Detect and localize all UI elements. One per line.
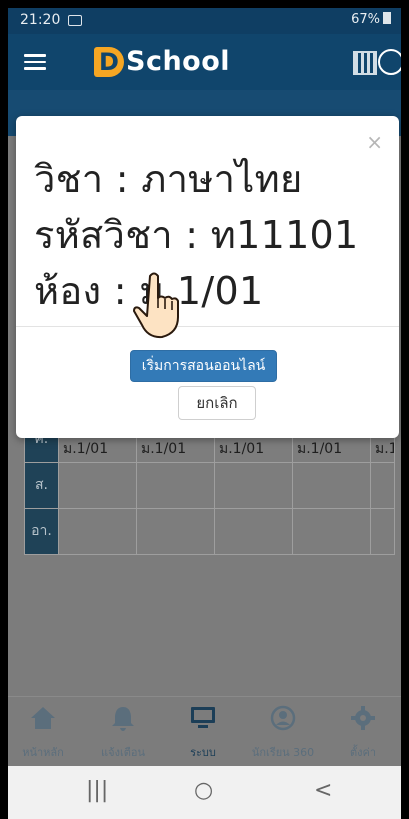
battery-icon xyxy=(383,12,391,24)
nav-student-360[interactable]: นักเรียน 360 xyxy=(248,705,318,761)
status-indicators: 67% xyxy=(351,12,391,27)
timetable-cell xyxy=(292,462,371,509)
gear-icon xyxy=(351,706,375,730)
timetable-cell xyxy=(214,508,293,555)
close-icon[interactable]: × xyxy=(366,132,383,152)
day-label: อา. xyxy=(24,508,59,555)
logout-icon[interactable] xyxy=(378,49,401,75)
nav-label-home: หน้าหลัก xyxy=(22,746,64,759)
home-button[interactable]: ○ xyxy=(194,778,213,803)
nav-settings[interactable]: ตั้งค่า xyxy=(328,705,398,761)
day-label: ส. xyxy=(24,462,59,509)
back-button[interactable]: < xyxy=(314,778,332,803)
bottom-nav: หน้าหลัก แจ้งเตือน ระบบ นักเรียน 360 ตั้… xyxy=(8,696,401,766)
subject-code-line: รหัสวิชา : ท11101 xyxy=(34,213,359,257)
timetable-row: ส. xyxy=(24,462,395,509)
nav-home[interactable]: หน้าหลัก xyxy=(8,705,78,761)
status-time: 21:20 xyxy=(20,12,61,28)
timetable-cell xyxy=(58,508,137,555)
start-online-teaching-button[interactable]: เริ่มการสอนออนไลน์ xyxy=(130,350,277,382)
recents-button[interactable]: ||| xyxy=(86,778,108,803)
cancel-button[interactable]: ยกเลิก xyxy=(178,386,256,420)
subject-line: วิชา : ภาษาไทย xyxy=(34,157,303,201)
timetable-cell xyxy=(214,462,293,509)
hand-pointer-icon xyxy=(133,272,179,339)
battery-percent: 67% xyxy=(351,12,380,27)
status-bar: 21:20 67% xyxy=(8,8,401,34)
image-notification-icon xyxy=(68,15,82,26)
system-nav-bar: ||| ○ < xyxy=(8,766,401,819)
bell-icon xyxy=(112,707,134,731)
monitor-icon xyxy=(191,707,215,728)
qr-code-icon[interactable] xyxy=(353,51,377,75)
user-circle-icon xyxy=(270,705,296,731)
timetable-cell xyxy=(58,462,137,509)
timetable-cell xyxy=(370,508,395,555)
timetable-cell xyxy=(292,508,371,555)
app-bar: D School xyxy=(8,34,401,90)
nav-system[interactable]: ระบบ xyxy=(168,705,238,761)
class-modal: × วิชา : ภาษาไทย รหัสวิชา : ท11101 ห้อง … xyxy=(16,116,399,438)
timetable-cell xyxy=(136,462,215,509)
nav-label-system: ระบบ xyxy=(190,746,216,759)
phone-screen: 21:20 67% D School ม.1/01ม.1/01พ.ค1001 ม… xyxy=(8,8,401,819)
app-title: School xyxy=(126,46,231,77)
timetable-row: อา. xyxy=(24,508,395,555)
logo-icon: D xyxy=(94,47,124,77)
timetable-cell xyxy=(370,462,395,509)
nav-notifications[interactable]: แจ้งเตือน xyxy=(88,705,158,761)
nav-label-student-360: นักเรียน 360 xyxy=(251,746,315,759)
nav-label-settings: ตั้งค่า xyxy=(349,746,377,759)
timetable-cell xyxy=(136,508,215,555)
nav-label-notifications: แจ้งเตือน xyxy=(101,746,145,759)
menu-icon[interactable] xyxy=(24,54,46,70)
home-icon xyxy=(31,707,55,729)
modal-divider xyxy=(16,326,399,327)
